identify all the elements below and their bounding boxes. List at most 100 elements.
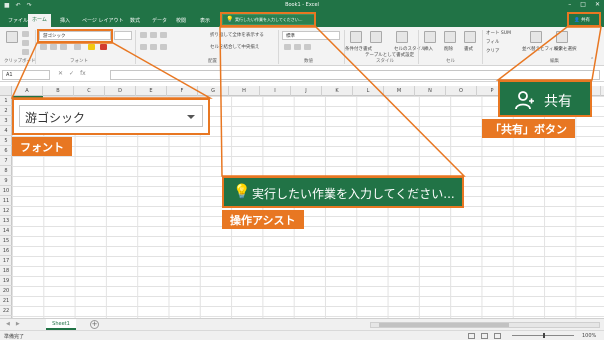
row-header[interactable]: 22 — [0, 306, 12, 316]
column-header[interactable]: G — [198, 86, 229, 96]
copy-icon[interactable] — [22, 40, 29, 46]
percent-icon[interactable] — [294, 44, 301, 50]
row-header[interactable]: 10 — [0, 186, 12, 196]
align-right-icon[interactable] — [160, 44, 167, 50]
fill-button[interactable]: フィル — [486, 39, 499, 45]
align-top-icon[interactable] — [140, 32, 147, 38]
tab-data[interactable]: データ — [148, 15, 171, 27]
column-header[interactable]: C — [74, 86, 105, 96]
horizontal-scrollbar[interactable] — [370, 322, 600, 328]
column-header[interactable]: I — [260, 86, 291, 96]
autosum-button[interactable]: オート SUM — [486, 30, 511, 36]
collapse-ribbon-icon[interactable]: ⌃ — [590, 57, 594, 63]
row-header[interactable]: 20 — [0, 286, 12, 296]
row-header[interactable]: 2 — [0, 106, 12, 116]
add-sheet-icon[interactable]: + — [90, 320, 99, 329]
row-header[interactable]: 12 — [0, 206, 12, 216]
column-header[interactable]: J — [291, 86, 322, 96]
border-icon[interactable] — [74, 44, 81, 50]
zoom-slider[interactable] — [512, 333, 574, 338]
paste-icon[interactable] — [6, 31, 18, 43]
column-header[interactable]: B — [43, 86, 74, 96]
wrap-text-button[interactable]: 折り返して全体を表示する — [210, 32, 264, 38]
insert-function-icon[interactable]: fx — [80, 70, 86, 77]
column-header[interactable]: D — [105, 86, 136, 96]
bold-icon[interactable] — [40, 44, 47, 50]
number-format-select[interactable]: 標準 — [282, 31, 340, 40]
row-header[interactable]: 3 — [0, 116, 12, 126]
column-header[interactable]: O — [446, 86, 477, 96]
currency-icon[interactable] — [284, 44, 291, 50]
page-layout-view-icon[interactable] — [481, 333, 488, 339]
delete-cells-icon[interactable] — [444, 31, 456, 43]
tab-review[interactable]: 校閲 — [172, 15, 190, 27]
normal-view-icon[interactable] — [468, 333, 475, 339]
row-header[interactable]: 18 — [0, 266, 12, 276]
clear-button[interactable]: クリア — [486, 48, 500, 54]
minimize-icon[interactable]: – — [568, 1, 571, 8]
tab-insert[interactable]: 挿入 — [56, 15, 74, 27]
row-header[interactable]: 15 — [0, 236, 12, 246]
row-header[interactable]: 11 — [0, 196, 12, 206]
row-header[interactable]: 14 — [0, 226, 12, 236]
row-header[interactable]: 16 — [0, 246, 12, 256]
underline-icon[interactable] — [60, 44, 67, 50]
align-left-icon[interactable] — [140, 44, 147, 50]
fill-color-icon[interactable] — [88, 44, 95, 50]
conditional-format-icon[interactable] — [350, 31, 362, 43]
row-header[interactable]: 6 — [0, 146, 12, 156]
select-all-corner[interactable] — [0, 86, 12, 96]
row-header[interactable]: 1 — [0, 96, 12, 106]
cell-styles-icon[interactable] — [396, 31, 408, 43]
zoom-slider-knob[interactable] — [543, 333, 545, 338]
close-icon[interactable]: ✕ — [595, 1, 600, 8]
tab-view[interactable]: 表示 — [196, 15, 214, 27]
cut-icon[interactable] — [22, 31, 29, 37]
align-bottom-icon[interactable] — [160, 32, 167, 38]
sheet-tab-sheet1[interactable]: Sheet1 — [46, 319, 76, 330]
format-cells-icon[interactable] — [464, 31, 476, 43]
italic-icon[interactable] — [50, 44, 57, 50]
scrollbar-thumb[interactable] — [379, 323, 509, 327]
cancel-icon[interactable]: ✕ — [58, 70, 63, 77]
font-size-select[interactable] — [114, 31, 132, 40]
column-header[interactable]: E — [136, 86, 167, 96]
enter-icon[interactable]: ✓ — [69, 70, 74, 77]
column-header[interactable]: F — [167, 86, 198, 96]
column-header[interactable]: A — [12, 86, 43, 96]
format-as-table-icon[interactable] — [370, 31, 382, 43]
sheet-next-icon[interactable]: ▶ — [16, 321, 20, 327]
maximize-icon[interactable]: □ — [580, 1, 586, 8]
formula-input[interactable] — [110, 70, 600, 80]
format-painter-icon[interactable] — [22, 49, 29, 55]
column-header[interactable]: K — [322, 86, 353, 96]
tab-page-layout[interactable]: ページ レイアウト — [78, 15, 128, 27]
row-header[interactable]: 8 — [0, 166, 12, 176]
row-header[interactable]: 19 — [0, 276, 12, 286]
tab-home[interactable]: ホーム — [28, 14, 51, 27]
name-box[interactable]: A1 — [2, 70, 50, 80]
tab-formulas[interactable]: 数式 — [126, 15, 144, 27]
row-header[interactable]: 4 — [0, 126, 12, 136]
column-header[interactable]: H — [229, 86, 260, 96]
row-header[interactable]: 7 — [0, 156, 12, 166]
row-header[interactable]: 21 — [0, 296, 12, 306]
column-header[interactable]: M — [384, 86, 415, 96]
row-header[interactable]: 17 — [0, 256, 12, 266]
insert-cells-icon[interactable] — [424, 31, 436, 43]
comma-icon[interactable] — [304, 44, 311, 50]
align-center-icon[interactable] — [150, 44, 157, 50]
page-break-view-icon[interactable] — [494, 333, 501, 339]
column-header[interactable]: L — [353, 86, 384, 96]
row-header[interactable]: 13 — [0, 216, 12, 226]
find-select-icon[interactable] — [556, 31, 568, 43]
sort-filter-icon[interactable] — [530, 31, 542, 43]
sheet-prev-icon[interactable]: ◀ — [6, 321, 10, 327]
align-middle-icon[interactable] — [150, 32, 157, 38]
zoom-level[interactable]: 100% — [582, 333, 596, 339]
merge-center-button[interactable]: セルを結合して中央揃え — [210, 44, 259, 50]
font-color-icon[interactable] — [100, 44, 107, 50]
column-header[interactable]: N — [415, 86, 446, 96]
row-header[interactable]: 5 — [0, 136, 12, 146]
row-header[interactable]: 9 — [0, 176, 12, 186]
